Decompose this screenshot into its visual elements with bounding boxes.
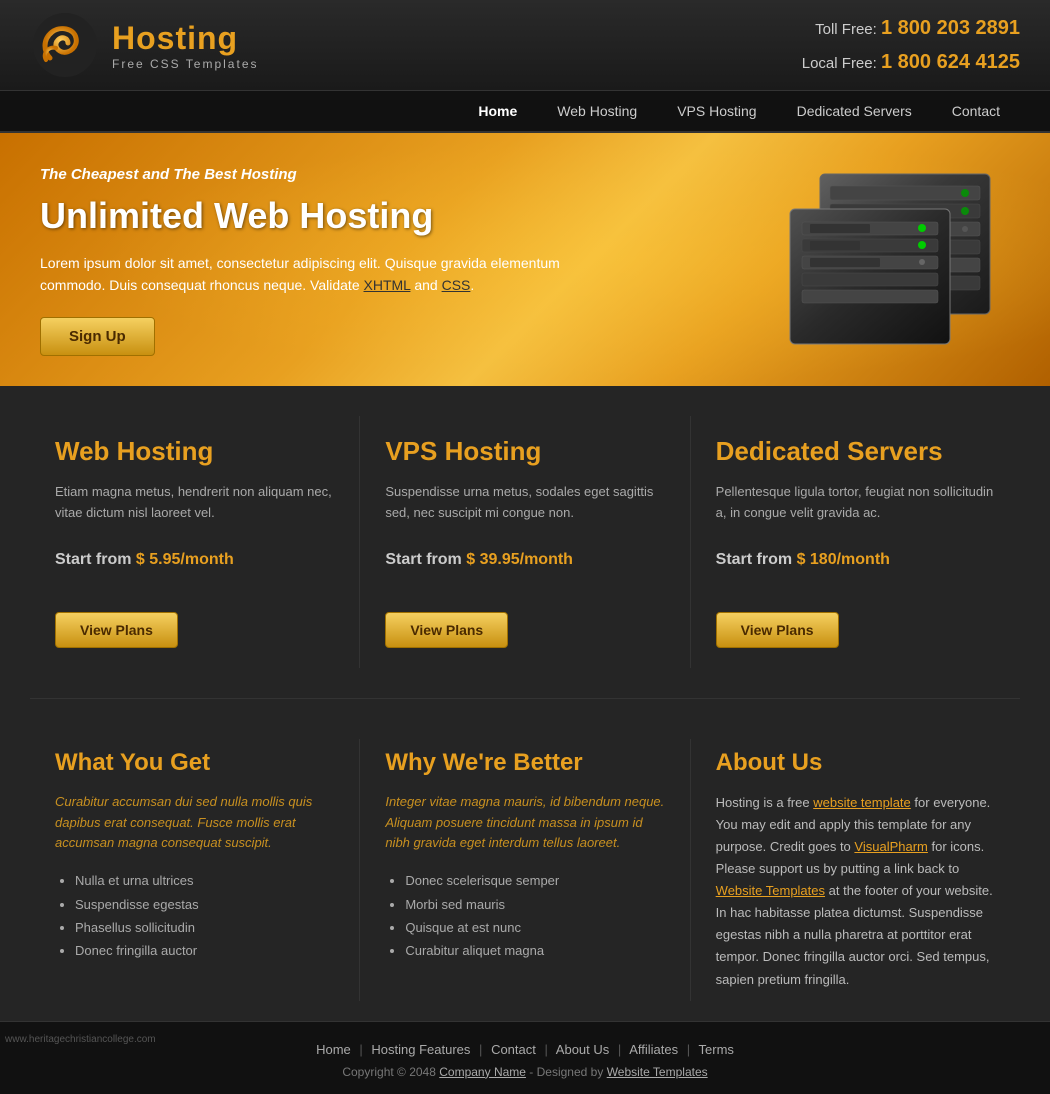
hero-server-image (770, 164, 1010, 354)
nav-dedicated-servers[interactable]: Dedicated Servers (777, 91, 932, 131)
why-better-list: Donec scelerisque semper Morbi sed mauri… (385, 869, 664, 963)
nav-web-hosting[interactable]: Web Hosting (537, 91, 657, 131)
vps-hosting-title: VPS Hosting (385, 436, 664, 467)
main-nav: Home Web Hosting VPS Hosting Dedicated S… (0, 91, 1050, 133)
about-us-text: Hosting is a free website template for e… (716, 792, 995, 991)
what-you-get-text: Curabitur accumsan dui sed nulla mollis … (55, 792, 334, 854)
logo-area: Hosting Free CSS Templates (30, 10, 259, 80)
nav-contact[interactable]: Contact (932, 91, 1020, 131)
watermark: www.heritagechristiancollege.com (5, 1034, 156, 1045)
local-free-label: Local Free: (802, 55, 877, 72)
what-you-get-title: What You Get (55, 749, 334, 777)
hero-content: The Cheapest and The Best Hosting Unlimi… (40, 163, 560, 356)
about-us-title: About Us (716, 749, 995, 777)
contact-info: Toll Free: 1 800 203 2891 Local Free: 1 … (802, 11, 1020, 79)
vps-hosting-desc: Suspendisse urna metus, sodales eget sag… (385, 482, 664, 532)
what-you-get-col: What You Get Curabitur accumsan dui sed … (30, 739, 360, 1001)
dedicated-servers-title: Dedicated Servers (716, 436, 995, 467)
footer-terms-link[interactable]: Terms (699, 1042, 734, 1057)
dedicated-servers-desc: Pellentesque ligula tortor, feugiat non … (716, 482, 995, 532)
dedicated-servers-price: Start from $ 180/month (716, 547, 995, 597)
logo-title: Hosting (112, 20, 259, 57)
nav-vps-hosting[interactable]: VPS Hosting (657, 91, 776, 131)
web-hosting-desc: Etiam magna metus, hendrerit non aliquam… (55, 482, 334, 532)
what-you-get-list: Nulla et urna ultrices Suspendisse egest… (55, 869, 334, 963)
toll-free-number: 1 800 203 2891 (881, 17, 1020, 39)
footer-about-link[interactable]: About Us (556, 1042, 609, 1057)
hero-description: Lorem ipsum dolor sit amet, consectetur … (40, 252, 560, 297)
signup-button[interactable]: Sign Up (40, 317, 155, 356)
local-free-number: 1 800 624 4125 (881, 51, 1020, 73)
list-item: Phasellus sollicitudin (75, 916, 334, 939)
why-better-text: Integer vitae magna mauris, id bibendum … (385, 792, 664, 854)
footer-links: Home | Hosting Features | Contact | Abou… (30, 1042, 1020, 1057)
list-item: Curabitur aliquet magna (405, 939, 664, 962)
list-item: Donec fringilla auctor (75, 939, 334, 962)
logo-icon (30, 10, 100, 80)
about-us-col: About Us Hosting is a free website templ… (691, 739, 1020, 1001)
footer-affiliates-link[interactable]: Affiliates (629, 1042, 678, 1057)
why-better-title: Why We're Better (385, 749, 664, 777)
footer-home-link[interactable]: Home (316, 1042, 351, 1057)
why-better-col: Why We're Better Integer vitae magna mau… (360, 739, 690, 1001)
web-hosting-title: Web Hosting (55, 436, 334, 467)
footer-contact-link[interactable]: Contact (491, 1042, 536, 1057)
xhtml-link[interactable]: XHTML (364, 277, 411, 293)
footer: Home | Hosting Features | Contact | Abou… (0, 1021, 1050, 1094)
vps-hosting-price: Start from $ 39.95/month (385, 547, 664, 597)
list-item: Nulla et urna ultrices (75, 869, 334, 892)
web-hosting-plan: Web Hosting Etiam magna metus, hendrerit… (30, 416, 360, 668)
website-template-link[interactable]: website template (813, 795, 911, 810)
web-hosting-view-plans-button[interactable]: View Plans (55, 612, 178, 648)
plans-section: Web Hosting Etiam magna metus, hendrerit… (30, 416, 1020, 699)
vps-hosting-plan: VPS Hosting Suspendisse urna metus, soda… (360, 416, 690, 668)
footer-hosting-features-link[interactable]: Hosting Features (371, 1042, 470, 1057)
info-section: What You Get Curabitur accumsan dui sed … (30, 729, 1020, 1001)
dedicated-servers-view-plans-button[interactable]: View Plans (716, 612, 839, 648)
list-item: Quisque at est nunc (405, 916, 664, 939)
web-hosting-price: Start from $ 5.95/month (55, 547, 334, 597)
hero-tagline: The Cheapest and The Best Hosting (40, 163, 560, 187)
list-item: Suspendisse egestas (75, 893, 334, 916)
main-content: Web Hosting Etiam magna metus, hendrerit… (0, 386, 1050, 1021)
hero-banner: The Cheapest and The Best Hosting Unlimi… (0, 133, 1050, 386)
copyright: Copyright © 2048 Company Name - Designed… (30, 1065, 1020, 1079)
list-item: Morbi sed mauris (405, 893, 664, 916)
nav-home[interactable]: Home (458, 91, 537, 131)
list-item: Donec scelerisque semper (405, 869, 664, 892)
vps-hosting-view-plans-button[interactable]: View Plans (385, 612, 508, 648)
hero-title: Unlimited Web Hosting (40, 195, 560, 237)
css-link[interactable]: CSS (442, 277, 471, 293)
website-templates-link[interactable]: Website Templates (716, 883, 825, 898)
toll-free-label: Toll Free: (815, 21, 877, 38)
visual-pharm-link[interactable]: VisualPharm (854, 839, 927, 854)
footer-company-link[interactable]: Company Name (439, 1065, 526, 1079)
dedicated-servers-plan: Dedicated Servers Pellentesque ligula to… (691, 416, 1020, 668)
logo-text: Hosting Free CSS Templates (112, 20, 259, 71)
footer-website-templates-link[interactable]: Website Templates (607, 1065, 708, 1079)
logo-subtitle: Free CSS Templates (112, 57, 259, 71)
header: Hosting Free CSS Templates Toll Free: 1 … (0, 0, 1050, 91)
